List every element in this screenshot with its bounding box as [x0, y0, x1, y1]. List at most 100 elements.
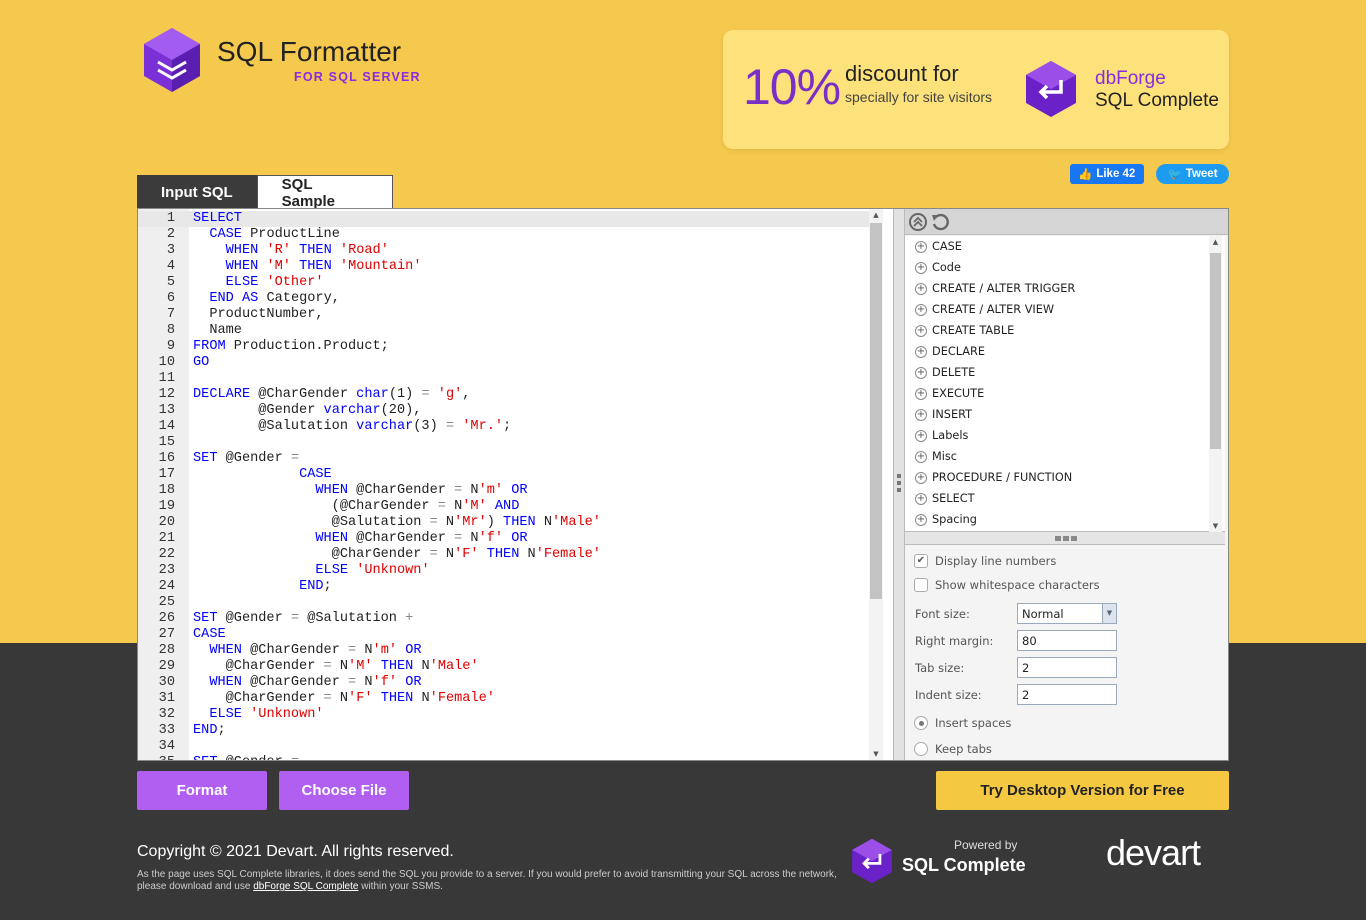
code-line[interactable]: 33END; — [138, 723, 869, 739]
expand-plus-icon[interactable]: + — [915, 472, 927, 484]
tree-item[interactable]: +Code — [905, 257, 1225, 278]
code-line[interactable]: 34 — [138, 739, 869, 755]
code-line[interactable]: 11 — [138, 371, 869, 387]
font-size-select[interactable]: Normal ▼ — [1017, 603, 1117, 624]
scroll-up-arrow-icon[interactable]: ▲ — [1209, 238, 1222, 246]
collapse-all-icon[interactable] — [908, 212, 928, 232]
code-editor[interactable]: 1SELECT2 CASE ProductLine3 WHEN 'R' THEN… — [138, 209, 869, 760]
expand-plus-icon[interactable]: + — [915, 241, 927, 253]
devart-logo[interactable]: devart — [1106, 832, 1200, 874]
chevron-down-icon[interactable]: ▼ — [1102, 604, 1116, 623]
code-line[interactable]: 26SET @Gender = @Salutation + — [138, 611, 869, 627]
expand-plus-icon[interactable]: + — [915, 409, 927, 421]
tab-sql-sample[interactable]: SQL Sample — [257, 175, 393, 209]
tree-item[interactable]: +Spacing — [905, 509, 1225, 530]
scroll-down-arrow-icon[interactable]: ▼ — [1209, 522, 1222, 530]
expand-plus-icon[interactable]: + — [915, 304, 927, 316]
right-margin-input[interactable]: 80 — [1017, 630, 1117, 651]
code-line[interactable]: 19 (@CharGender = N'M' AND — [138, 499, 869, 515]
code-line[interactable]: 28 WHEN @CharGender = N'm' OR — [138, 643, 869, 659]
code-line[interactable]: 23 ELSE 'Unknown' — [138, 563, 869, 579]
code-line[interactable]: 29 @CharGender = N'M' THEN N'Male' — [138, 659, 869, 675]
code-line[interactable]: 30 WHEN @CharGender = N'f' OR — [138, 675, 869, 691]
code-line[interactable]: 1SELECT — [138, 211, 869, 227]
tree-item[interactable]: +EXECUTE — [905, 383, 1225, 404]
code-line[interactable]: 10GO — [138, 355, 869, 371]
code-line[interactable]: 22 @CharGender = N'F' THEN N'Female' — [138, 547, 869, 563]
tree-item[interactable]: +Misc — [905, 446, 1225, 467]
code-line[interactable]: 9FROM Production.Product; — [138, 339, 869, 355]
choose-file-button[interactable]: Choose File — [279, 771, 409, 810]
scroll-up-arrow-icon[interactable]: ▲ — [869, 211, 883, 219]
tab-size-input[interactable]: 2 — [1017, 657, 1117, 678]
code-line[interactable]: 31 @CharGender = N'F' THEN N'Female' — [138, 691, 869, 707]
format-button[interactable]: Format — [137, 771, 267, 810]
code-text: @Gender varchar(20), — [193, 403, 421, 419]
expand-plus-icon[interactable]: + — [915, 430, 927, 442]
promo-product-brand: dbForge — [1095, 68, 1166, 90]
code-line[interactable]: 35SET @Gender = — [138, 755, 869, 760]
tree-item[interactable]: +INSERT — [905, 404, 1225, 425]
code-line[interactable]: 13 @Gender varchar(20), — [138, 403, 869, 419]
code-line[interactable]: 18 WHEN @CharGender = N'm' OR — [138, 483, 869, 499]
expand-plus-icon[interactable]: + — [915, 514, 927, 526]
code-line[interactable]: 12DECLARE @CharGender char(1) = 'g', — [138, 387, 869, 403]
tree-item[interactable]: +DECLARE — [905, 341, 1225, 362]
code-scrollbar[interactable]: ▲ ▼ — [869, 209, 883, 760]
code-line[interactable]: 7 ProductNumber, — [138, 307, 869, 323]
expand-plus-icon[interactable]: + — [915, 283, 927, 295]
code-line[interactable]: 17 CASE — [138, 467, 869, 483]
code-line[interactable]: 15 — [138, 435, 869, 451]
tree-scrollbar[interactable]: ▲ ▼ — [1209, 236, 1222, 532]
code-line[interactable]: 24 END; — [138, 579, 869, 595]
tab-input-sql[interactable]: Input SQL — [137, 175, 257, 209]
panel-splitter[interactable] — [893, 209, 905, 760]
tree-item[interactable]: +PROCEDURE / FUNCTION — [905, 467, 1225, 488]
code-line[interactable]: 20 @Salutation = N'Mr') THEN N'Male' — [138, 515, 869, 531]
code-line[interactable]: 25 — [138, 595, 869, 611]
tree-item[interactable]: +CREATE TABLE — [905, 320, 1225, 341]
try-desktop-button[interactable]: Try Desktop Version for Free — [936, 771, 1229, 810]
horizontal-splitter[interactable] — [905, 532, 1225, 545]
logo[interactable]: SQL Formatter FOR SQL SERVER — [140, 26, 204, 94]
tree-scrollbar-thumb[interactable] — [1210, 253, 1221, 449]
expand-plus-icon[interactable]: + — [915, 346, 927, 358]
tree-item[interactable]: +CREATE / ALTER VIEW — [905, 299, 1225, 320]
twitter-bird-icon: 🐦 — [1167, 167, 1181, 181]
expand-plus-icon[interactable]: + — [915, 493, 927, 505]
expand-plus-icon[interactable]: + — [915, 367, 927, 379]
keep-tabs-radio[interactable]: Keep tabs — [914, 742, 992, 756]
code-line[interactable]: 6 END AS Category, — [138, 291, 869, 307]
reset-icon[interactable] — [930, 212, 950, 232]
tweet-button[interactable]: 🐦 Tweet — [1156, 164, 1229, 184]
code-line[interactable]: 4 WHEN 'M' THEN 'Mountain' — [138, 259, 869, 275]
code-line[interactable]: 5 ELSE 'Other' — [138, 275, 869, 291]
code-line[interactable]: 3 WHEN 'R' THEN 'Road' — [138, 243, 869, 259]
indent-size-input[interactable]: 2 — [1017, 684, 1117, 705]
code-line[interactable]: 14 @Salutation varchar(3) = 'Mr.'; — [138, 419, 869, 435]
scroll-down-arrow-icon[interactable]: ▼ — [869, 750, 883, 758]
facebook-like-button[interactable]: 👍 Like 42 — [1070, 164, 1144, 184]
code-line[interactable]: 32 ELSE 'Unknown' — [138, 707, 869, 723]
code-line[interactable]: 27CASE — [138, 627, 869, 643]
insert-spaces-radio[interactable]: Insert spaces — [914, 716, 1011, 730]
expand-plus-icon[interactable]: + — [915, 325, 927, 337]
show-whitespace-checkbox[interactable]: Show whitespace characters — [914, 578, 1100, 592]
code-line[interactable]: 16SET @Gender = — [138, 451, 869, 467]
tree-item[interactable]: +CREATE / ALTER TRIGGER — [905, 278, 1225, 299]
code-line[interactable]: 8 Name — [138, 323, 869, 339]
code-scrollbar-thumb[interactable] — [870, 223, 882, 599]
expand-plus-icon[interactable]: + — [915, 451, 927, 463]
display-line-numbers-checkbox[interactable]: ✔ Display line numbers — [914, 554, 1056, 568]
code-line[interactable]: 21 WHEN @CharGender = N'f' OR — [138, 531, 869, 547]
code-line[interactable]: 2 CASE ProductLine — [138, 227, 869, 243]
promo-product-name: SQL Complete — [1095, 90, 1219, 112]
tree-item[interactable]: +SELECT — [905, 488, 1225, 509]
expand-plus-icon[interactable]: + — [915, 262, 927, 274]
tree-item[interactable]: +CASE — [905, 236, 1225, 257]
promo-banner[interactable]: 10% discount for specially for site visi… — [723, 30, 1229, 149]
tree-item[interactable]: +Labels — [905, 425, 1225, 446]
dbforge-link[interactable]: dbForge SQL Complete — [253, 881, 358, 892]
expand-plus-icon[interactable]: + — [915, 388, 927, 400]
tree-item[interactable]: +DELETE — [905, 362, 1225, 383]
